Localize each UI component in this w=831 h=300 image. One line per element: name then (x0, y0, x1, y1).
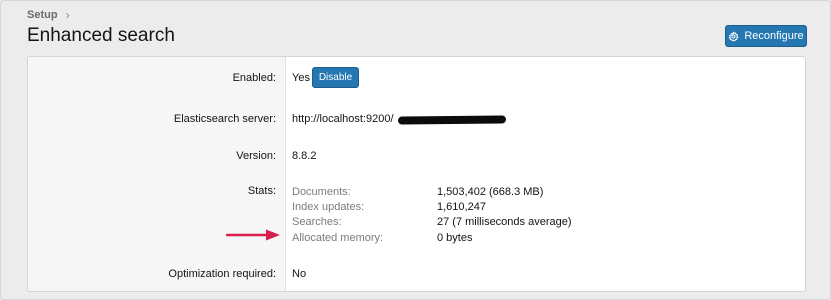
settings-panel: Enabled: Yes Disable Elasticsearch serve… (27, 56, 806, 292)
stat-searches-label: Searches: (292, 216, 342, 228)
page-title: Enhanced search (27, 25, 175, 46)
stat-documents-value: 1,503,402 (668.3 MB) (437, 186, 544, 198)
breadcrumb: Setup › (27, 8, 70, 22)
disable-button[interactable]: Disable (312, 67, 359, 88)
stat-allocated-memory-label: Allocated memory: (292, 232, 384, 244)
chevron-right-icon: › (65, 8, 70, 22)
label-column (28, 57, 286, 291)
version-value: 8.8.2 (292, 150, 317, 162)
redaction-mark (397, 115, 507, 125)
server-label: Elasticsearch server: (173, 113, 276, 125)
reconfigure-label: Reconfigure (744, 30, 804, 42)
breadcrumb-item-setup[interactable]: Setup (27, 9, 58, 21)
gear-icon (728, 31, 739, 42)
optimization-label: Optimization required: (168, 268, 276, 280)
server-value: http://localhost:9200/ (292, 113, 394, 125)
red-arrow-icon (225, 228, 282, 247)
stat-index-updates-value: 1,610,247 (437, 201, 486, 213)
stat-index-updates-label: Index updates: (292, 201, 365, 213)
enabled-value: Yes (292, 72, 310, 84)
stat-allocated-memory-value: 0 bytes (437, 232, 473, 244)
stat-documents-label: Documents: (292, 186, 351, 198)
optimization-value: No (292, 268, 307, 280)
version-label: Version: (236, 150, 276, 162)
stat-searches-value: 27 (7 milliseconds average) (437, 216, 572, 228)
stats-label: Stats: (247, 185, 276, 197)
reconfigure-button[interactable]: Reconfigure (725, 25, 807, 47)
page-frame: Setup › Enhanced search Reconfigure Enab… (0, 0, 831, 300)
enabled-label: Enabled: (232, 72, 276, 84)
